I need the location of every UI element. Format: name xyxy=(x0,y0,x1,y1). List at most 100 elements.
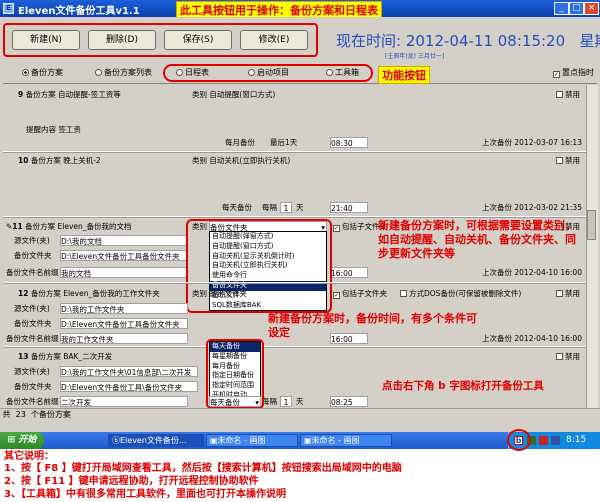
backup-frequency: 每月备份 xyxy=(225,138,255,147)
last-backup: 上次备份 2012-03-02 21:35 xyxy=(482,203,582,212)
backup-time-field[interactable]: 08:30 xyxy=(330,137,368,148)
new-button[interactable]: 新建(N) xyxy=(12,30,80,50)
check-icon xyxy=(556,353,563,360)
tab-scheme-list[interactable]: 备份方案列表 xyxy=(95,66,152,80)
divider xyxy=(3,216,586,218)
tray-app-icon[interactable] xyxy=(551,436,560,445)
unit-label: 天 xyxy=(296,203,304,212)
source-field[interactable]: D:\我的文档 xyxy=(60,235,188,246)
every-field[interactable]: 1 xyxy=(280,396,292,407)
radio-icon xyxy=(326,69,333,76)
destination-field[interactable]: D:\Eleven文件备份工具\备份文件夹 xyxy=(60,381,198,392)
scheme-title: 10 备份方案 晚上关机-2 xyxy=(18,156,101,165)
taskbar-clock: 8:15 xyxy=(566,435,587,445)
disable-checkbox[interactable]: 禁用 xyxy=(556,89,580,100)
save-button[interactable]: 保存(S) xyxy=(164,30,232,50)
check-icon: ✓ xyxy=(333,292,340,299)
pin-checkbox[interactable]: ✓ 置点指时 xyxy=(553,66,594,80)
last-backup: 上次备份 2012-03-07 16:13 xyxy=(482,138,582,147)
tab-startup[interactable]: 启动项目 xyxy=(248,66,289,80)
destination-field[interactable]: D:\Eleven文件备份工具备份文件夹 xyxy=(60,250,188,261)
disable-checkbox[interactable]: 禁用 xyxy=(556,155,580,166)
disable-checkbox[interactable]: 禁用 xyxy=(556,351,580,362)
tray-highlight xyxy=(507,429,531,451)
dos-mode-checkbox[interactable]: 方式DOS备份(可保留被删除文件) xyxy=(400,288,521,299)
reminder-content: 提醒内容 签工资 xyxy=(26,125,81,134)
divider xyxy=(3,346,586,348)
tab-backup-scheme[interactable]: 备份方案 xyxy=(22,66,63,80)
source-field[interactable]: D:\我的工作文件夹\01信息部\二次开发 xyxy=(60,366,198,377)
destination-label: 备份文件夹 xyxy=(14,319,52,328)
delete-button[interactable]: 删除(D) xyxy=(88,30,156,50)
status-bar: 共 23 个备份方案 xyxy=(0,408,600,421)
backup-time-field[interactable]: 08:25 xyxy=(330,396,368,407)
divider xyxy=(3,282,586,284)
tab-schedule[interactable]: 日程表 xyxy=(176,66,209,80)
check-icon: ✓ xyxy=(333,225,340,232)
note-item: 2、按【 F11 】键申请远程协助，打开远程控制协助软件 xyxy=(4,476,259,487)
disable-checkbox[interactable]: 禁用 xyxy=(556,288,580,299)
note-item: 3、【工具箱】中有很多常用工具软件，里面也可打开本操作说明 xyxy=(4,489,286,500)
every-label: 每隔 xyxy=(262,203,277,212)
every-field[interactable]: 1 xyxy=(280,202,292,213)
callout-tray: 点击右下角 b 字图标打开备份工具 xyxy=(382,380,544,392)
source-label: 源文件(夹) xyxy=(14,367,50,376)
time-highlight xyxy=(206,339,264,409)
start-button[interactable]: ⊞ 开始 xyxy=(0,432,44,449)
last-backup: 上次备份 2012-04-10 16:00 xyxy=(482,268,582,277)
prefix-field[interactable]: 二次开发 xyxy=(60,396,188,407)
paint-icon: ▣ xyxy=(210,436,218,445)
scheme-category: 类别 自动关机(立即执行关机) xyxy=(192,156,291,165)
destination-label: 备份文件夹 xyxy=(14,251,52,260)
current-time: 现在时间: 2012-04-11 08:15:20 星期三 xyxy=(336,32,600,50)
windows-logo-icon: ⊞ xyxy=(7,435,16,445)
callout-scheme: 新建备份方案时，可根据需要设置类别，如自动提醒、自动关机、备份文件夹、同步更新文… xyxy=(378,219,576,260)
window-title: Eleven文件备份工具v1.1 xyxy=(18,6,140,17)
destination-label: 备份文件夹 xyxy=(14,382,52,391)
scheme-title: 13 备份方案 BAK_二次开发 xyxy=(18,352,113,361)
check-icon xyxy=(400,290,407,297)
source-field[interactable]: D:\我的工作文件夹 xyxy=(60,303,188,314)
last-backup: 上次备份 2012-04-10 16:00 xyxy=(482,334,582,343)
tab-toolbox[interactable]: 工具箱 xyxy=(326,66,359,80)
scheme-title: 12 备份方案 Eleven_备份我的工作文件夹 xyxy=(18,289,160,298)
maximize-button[interactable]: □ xyxy=(569,2,584,15)
radio-icon xyxy=(22,69,29,76)
prefix-label: 备份文件名前缀 xyxy=(6,268,59,277)
prefix-label: 备份文件名前缀 xyxy=(6,334,59,343)
backup-time-field[interactable]: 21:40 xyxy=(330,202,368,213)
divider xyxy=(3,151,586,153)
taskbar-item-eleven[interactable]: ⓑEleven文件备份... xyxy=(108,434,204,447)
paint-icon: ▣ xyxy=(304,436,312,445)
scheme-title: 9 备份方案 自动提醒-签工资等 xyxy=(18,90,121,99)
radio-icon xyxy=(248,69,255,76)
source-label: 源文件(夹) xyxy=(14,236,50,245)
minimize-button[interactable]: _ xyxy=(554,2,569,15)
scheme-category: 类别 自动提醒(窗口方式) xyxy=(192,90,276,99)
scrollbar-thumb[interactable] xyxy=(587,210,596,240)
lunar-date: [壬辰年(龙) 三月廿一] xyxy=(385,53,445,60)
list-scrollbar[interactable] xyxy=(586,85,598,408)
radio-icon xyxy=(95,69,102,76)
close-button[interactable]: × xyxy=(584,2,599,15)
taskbar-item-paint-1[interactable]: ▣未命名 - 画图 xyxy=(206,434,298,447)
antivirus-icon[interactable] xyxy=(539,436,548,445)
prefix-label: 备份文件名前缀 xyxy=(6,397,59,406)
prefix-field[interactable]: 我的文档 xyxy=(60,267,188,278)
app-b-icon: ⓑ xyxy=(112,436,120,445)
every-label: 每隔 xyxy=(262,397,277,406)
radio-icon xyxy=(176,69,183,76)
check-icon xyxy=(556,290,563,297)
app-icon: E xyxy=(3,3,14,14)
prefix-field[interactable]: 我的工作文件夹 xyxy=(60,333,188,344)
include-subfolders-checkbox[interactable]: ✓ 包括子文件夹 xyxy=(333,288,387,299)
check-icon xyxy=(556,157,563,164)
callout-function: 功能按钮 xyxy=(378,66,430,84)
check-icon: ✓ xyxy=(553,71,560,78)
backup-time-field[interactable]: 16:00 xyxy=(330,267,368,278)
note-item: 1、按【 F8 】键打开局域网查看工具，然后按【搜索计算机】按钮搜索出局域网中的… xyxy=(4,463,402,474)
destination-field[interactable]: D:\Eleven文件备份工具备份文件夹 xyxy=(60,318,188,329)
backup-frequency-detail: 最后1天 xyxy=(270,138,298,147)
taskbar-item-paint-2[interactable]: ▣未命名 - 画图 xyxy=(300,434,392,447)
modify-button[interactable]: 修改(E) xyxy=(240,30,308,50)
